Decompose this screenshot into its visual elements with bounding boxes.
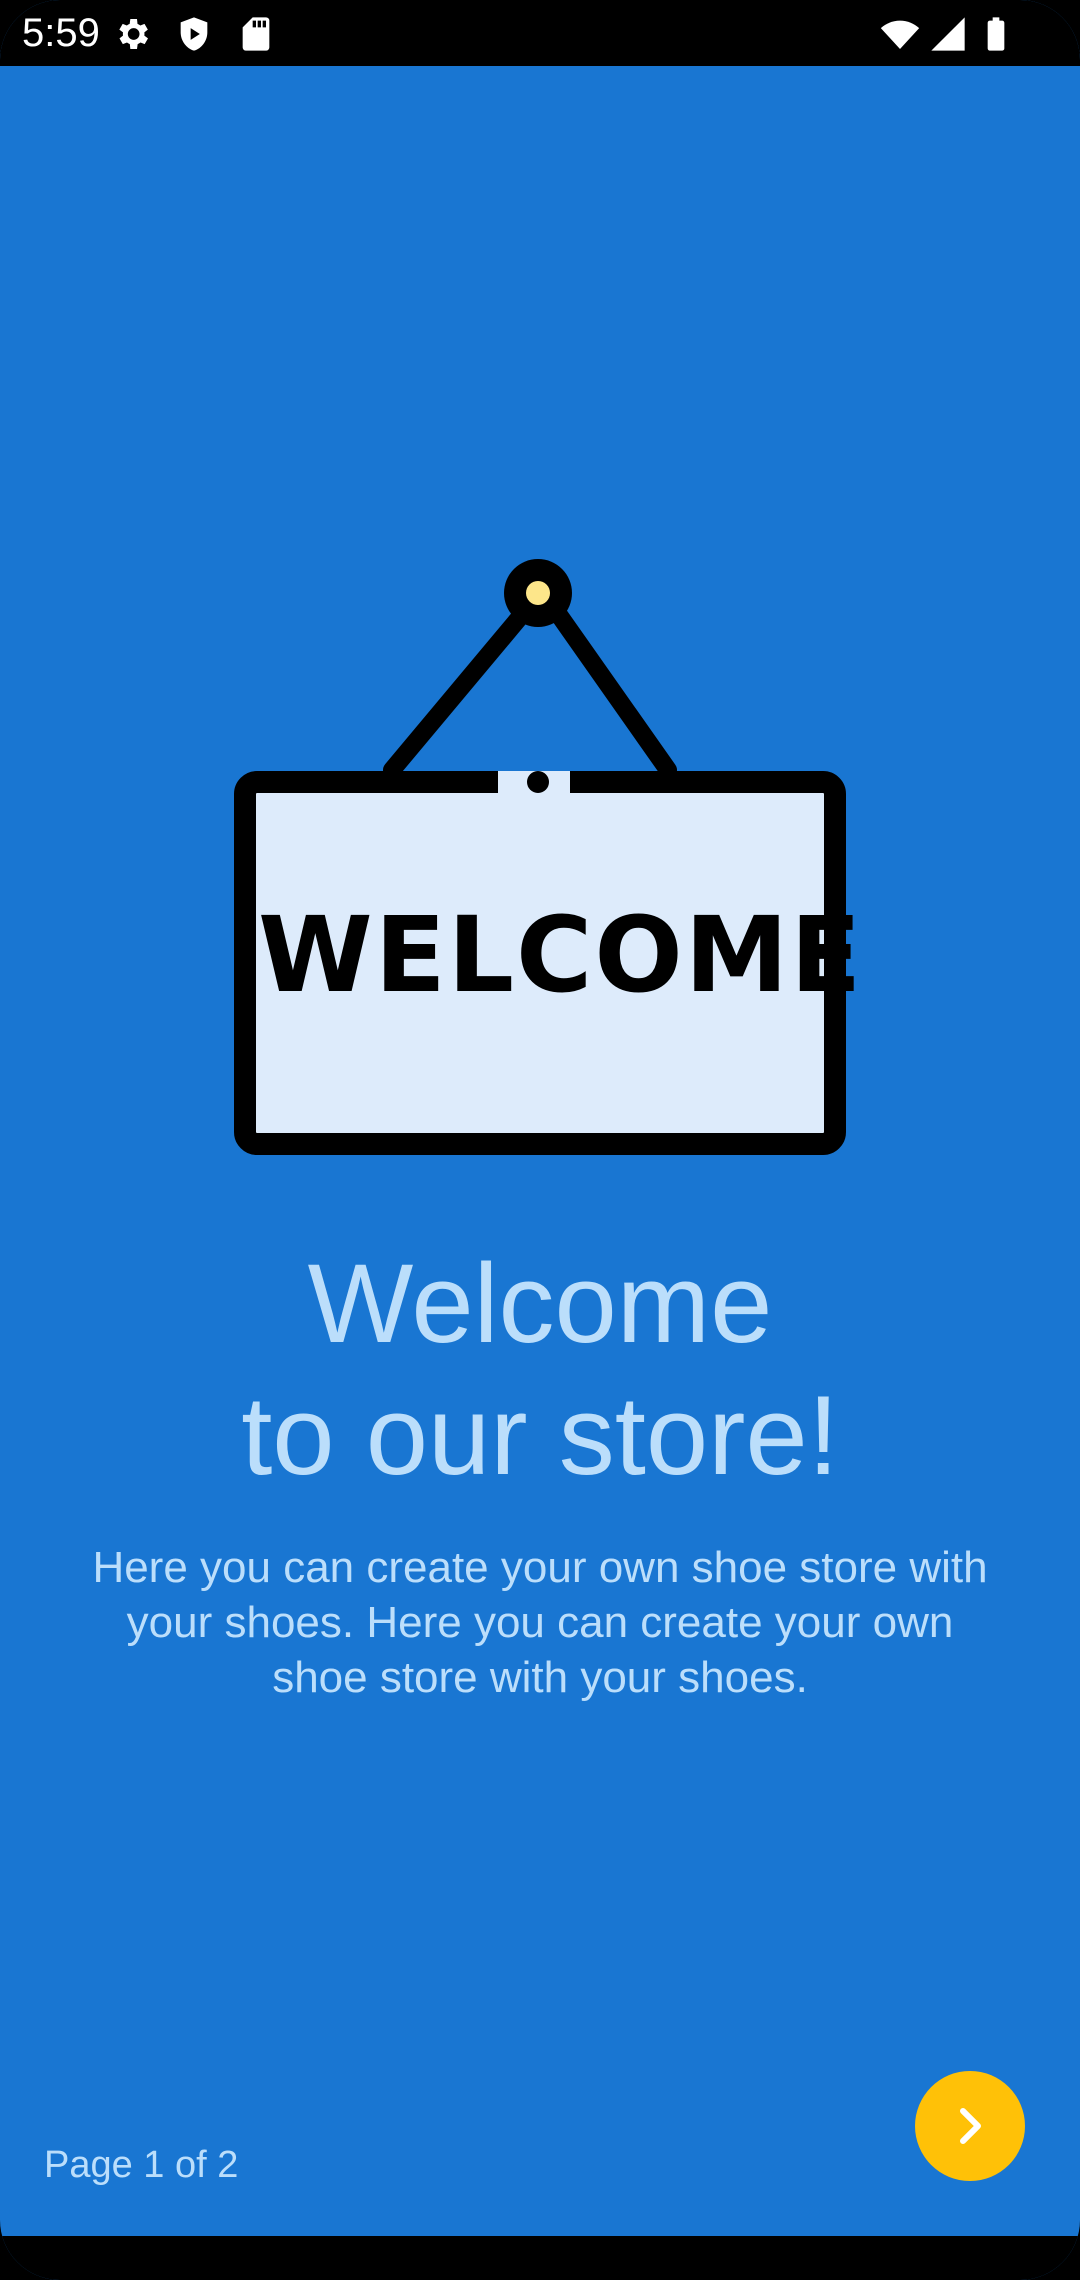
status-bar: 5:59: [0, 0, 1080, 66]
sd-card-icon: [236, 14, 276, 54]
welcome-sign-icon: [230, 555, 850, 1160]
description-text: Here you can create your own shoe store …: [92, 1543, 988, 1702]
page-title: Welcome to our store!: [60, 1238, 1020, 1502]
title-line-1: Welcome: [307, 1241, 773, 1366]
cellular-signal-icon: [928, 14, 968, 54]
shield-icon: [174, 14, 214, 54]
onboarding-screen: 5:59 WELCOME Welcome to our store! Here …: [0, 0, 1080, 2280]
welcome-sign-label: WELCOME: [258, 894, 864, 1016]
gear-icon: [112, 14, 152, 54]
navigation-bar: [0, 2236, 1080, 2280]
wifi-icon: [880, 14, 920, 54]
next-button[interactable]: [915, 2071, 1025, 2181]
chevron-right-icon: [960, 2108, 981, 2144]
battery-icon: [976, 14, 1016, 54]
title-line-2: to our store!: [241, 1373, 839, 1498]
status-time: 5:59: [22, 11, 100, 55]
page-indicator: Page 1 of 2: [44, 2144, 239, 2186]
